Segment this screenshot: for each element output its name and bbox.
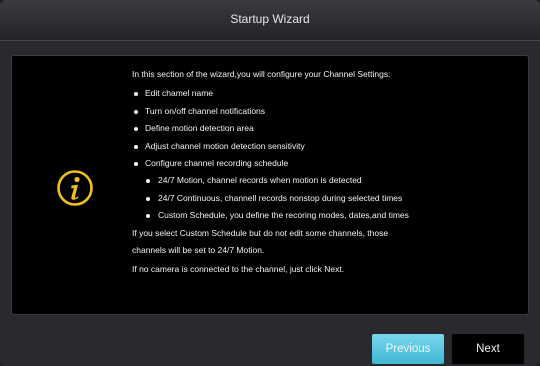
window-title: Startup Wizard bbox=[230, 12, 310, 26]
list-item: 24/7 Continuous, channell records nonsto… bbox=[132, 190, 512, 207]
wizard-text: In this section of the wizard,you will c… bbox=[132, 66, 512, 279]
list-item: Adjust channel motion detection sensitiv… bbox=[132, 138, 512, 155]
schedule-options-list: 24/7 Motion, channel records when motion… bbox=[132, 172, 512, 224]
custom-schedule-note-line2: channels will be set to 24/7 Motion. bbox=[132, 245, 265, 256]
list-item: 24/7 Motion, channel records when motion… bbox=[132, 172, 512, 189]
list-item: Custom Schedule, you define the recoring… bbox=[132, 207, 512, 224]
list-item: Define motion detection area bbox=[132, 120, 512, 137]
next-button[interactable]: Next bbox=[452, 334, 524, 364]
intro-text: In this section of the wizard,you will c… bbox=[132, 69, 391, 79]
no-camera-note: If no camera is connected to the channel… bbox=[132, 264, 345, 275]
list-item: Edit chamel name bbox=[132, 85, 512, 102]
info-icon bbox=[57, 170, 93, 206]
list-item: Configure channel recording schedule bbox=[132, 155, 512, 172]
title-bar: Startup Wizard bbox=[0, 0, 540, 41]
settings-list: Edit chamel name Turn on/off channel not… bbox=[132, 85, 512, 172]
list-item: Turn on/off channel notifications bbox=[132, 103, 512, 120]
startup-wizard-dialog: Startup Wizard In this section of the wi… bbox=[0, 0, 540, 366]
previous-button[interactable]: Previous bbox=[372, 334, 444, 364]
custom-schedule-note-line1: If you select Custom Schedule but do not… bbox=[132, 227, 389, 238]
